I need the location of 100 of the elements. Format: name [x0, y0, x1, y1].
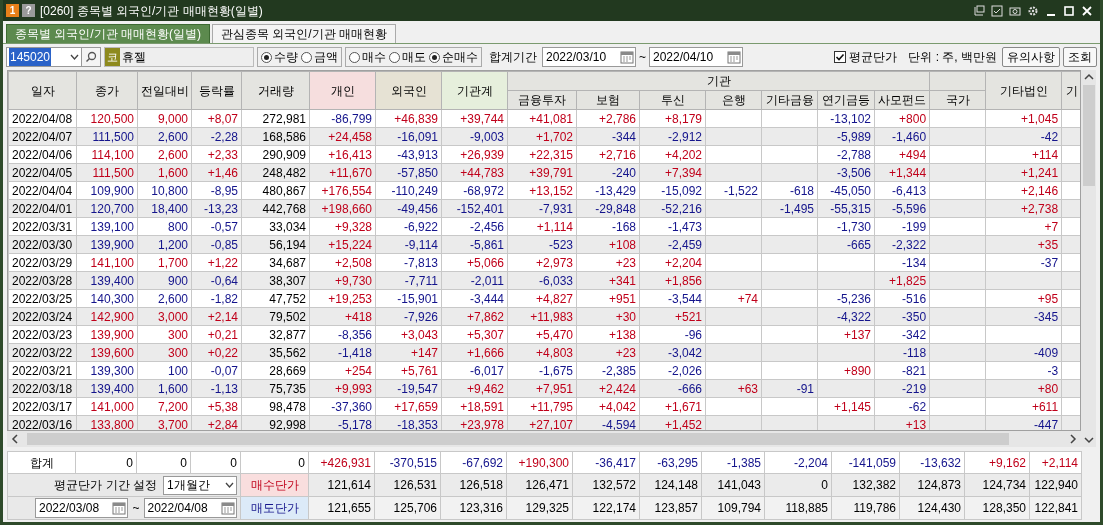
calendar-icon[interactable]	[727, 50, 741, 64]
tab[interactable]: 종목별 외국인/기관 매매현황(일별)	[6, 24, 210, 43]
horizontal-scrollbar[interactable]	[7, 431, 1081, 447]
totals-label: 합계	[7, 451, 76, 474]
period-dropdown[interactable]: 1개월간	[163, 475, 237, 495]
table-cell: +5,066	[441, 253, 508, 272]
table-cell: +7,394	[639, 163, 706, 182]
table-cell: 9,000	[137, 109, 192, 128]
table-cell: 56,194	[241, 235, 310, 254]
table-cell: +800	[874, 109, 930, 128]
table-cell: +2,114	[1029, 451, 1082, 474]
table-cell: -16,091	[375, 127, 442, 146]
scrollbar-thumb[interactable]	[27, 433, 1009, 445]
calendar-icon[interactable]	[620, 50, 634, 64]
radio-option[interactable]: 금액	[301, 48, 338, 66]
table-cell: -1,473	[639, 217, 706, 236]
date-field[interactable]: 2022/04/08	[143, 498, 237, 518]
vertical-scrollbar[interactable]	[1081, 70, 1096, 447]
table-cell: -67,692	[440, 451, 507, 474]
table-cell: -6,017	[441, 361, 508, 380]
table-cell: -3,042	[639, 343, 706, 362]
table-cell: -43,913	[375, 145, 442, 164]
table-cell: +176,554	[309, 181, 376, 200]
date-field[interactable]: 2022/03/10	[542, 47, 636, 67]
table-cell: +74	[705, 289, 762, 308]
table-cell: 139,400	[76, 271, 138, 290]
column-header: 외국인	[375, 71, 442, 110]
table-cell: +108	[576, 235, 640, 254]
table-cell: -86,799	[309, 109, 376, 128]
table-cell: -1,730	[817, 217, 875, 236]
unit-text: 단위 : 주, 백만원	[908, 49, 997, 66]
radio-option[interactable]: 수량	[261, 48, 298, 66]
table-cell: 120,500	[76, 109, 138, 128]
scrollbar-thumb[interactable]	[1082, 85, 1095, 186]
average-period-label: 평균단가 기간 설정	[54, 477, 157, 494]
camera-icon[interactable]	[1009, 4, 1021, 17]
close-icon[interactable]	[1081, 4, 1093, 17]
table-cell: 34,687	[241, 253, 310, 272]
table-cell: +521	[639, 307, 706, 326]
settings-icon[interactable]	[1027, 4, 1039, 17]
radio-option[interactable]: 매도	[389, 48, 426, 66]
table-cell: -370,515	[374, 451, 441, 474]
column-group-header: 기관	[507, 71, 930, 91]
table-cell: +11,983	[507, 307, 577, 326]
table-cell: 98,478	[241, 397, 310, 416]
table-cell: -342	[874, 325, 930, 344]
table-cell: +1,241	[985, 163, 1062, 182]
period-label: 합계기간	[489, 49, 537, 66]
table-cell: -118	[874, 343, 930, 362]
table-cell: -5,861	[441, 235, 508, 254]
date-field[interactable]: 2022/04/10	[649, 47, 743, 67]
table-cell: +9,162	[964, 451, 1030, 474]
radio-option[interactable]: 순매수	[429, 48, 478, 66]
table-cell: 141,000	[76, 397, 138, 416]
scroll-left-icon[interactable]	[11, 434, 19, 444]
table-cell: +22,315	[507, 145, 577, 164]
table-cell: -68,972	[441, 181, 508, 200]
dropdown-caret-icon[interactable]	[70, 54, 79, 60]
table-cell: 7,200	[137, 397, 192, 416]
table-cell: +17,659	[375, 397, 442, 416]
table-cell: -9,003	[441, 127, 508, 146]
search-button[interactable]	[81, 47, 101, 67]
table-cell: 120,700	[76, 199, 138, 218]
table-cell: +8,07	[191, 109, 242, 128]
table-cell: -96	[639, 325, 706, 344]
table-cell: -2,322	[874, 235, 930, 254]
table-cell: 139,300	[76, 361, 138, 380]
table-cell: -13,102	[817, 109, 875, 128]
scroll-down-icon[interactable]	[1083, 436, 1094, 444]
date-field[interactable]: 2022/03/08	[35, 498, 129, 518]
table-cell: -1,13	[191, 379, 242, 398]
tab[interactable]: 관심종목 외국인/기관 매매현황	[212, 24, 396, 43]
scroll-right-icon[interactable]	[1069, 434, 1077, 444]
range-separator: ~	[132, 500, 140, 517]
table-cell: 272,981	[241, 109, 310, 128]
average-price-checkbox[interactable]: 평균단가	[834, 48, 898, 66]
scroll-up-icon[interactable]	[1083, 73, 1094, 81]
table-cell: -45,050	[817, 181, 875, 200]
calendar-icon[interactable]	[221, 501, 235, 515]
table-cell: +2,424	[576, 379, 640, 398]
table-cell: 2022/04/08	[8, 109, 77, 128]
table-cell: +35	[985, 235, 1062, 254]
table-cell: +8,179	[639, 109, 706, 128]
table-cell: -13,429	[576, 181, 640, 200]
table-cell: +426,931	[308, 451, 375, 474]
table-cell: -1,522	[705, 181, 762, 200]
table-cell: +0,22	[191, 343, 242, 362]
table-cell: 10,800	[137, 181, 192, 200]
calendar-icon[interactable]	[112, 501, 127, 515]
toolbar-button[interactable]: 유의사항	[1002, 47, 1060, 67]
maximize-icon[interactable]	[1063, 4, 1075, 17]
toolbar-button[interactable]: 조회	[1063, 47, 1097, 67]
table-cell: +30	[576, 307, 640, 326]
checklist-icon[interactable]	[991, 4, 1003, 17]
table-cell: +1,856	[639, 271, 706, 290]
radio-option[interactable]: 매수	[349, 48, 386, 66]
stock-code-field[interactable]: 145020	[6, 47, 82, 67]
dropdown-caret-icon[interactable]	[225, 482, 234, 488]
table-cell: +15,224	[309, 235, 376, 254]
table-cell: -3,444	[441, 289, 508, 308]
